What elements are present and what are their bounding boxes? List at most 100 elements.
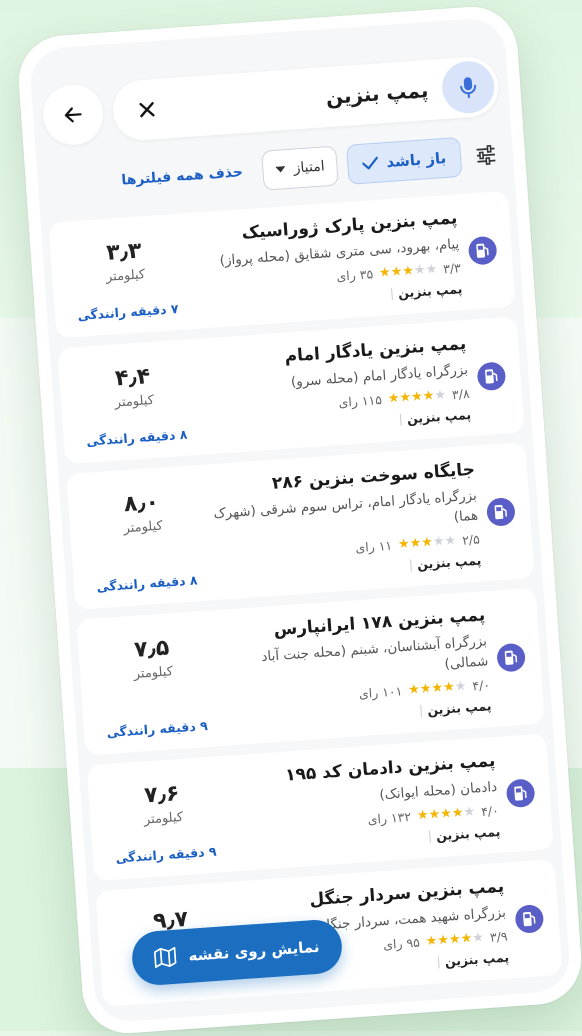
star-icon: ★ (390, 264, 403, 281)
category-label: پمپ بنزین (426, 698, 492, 718)
divider (409, 558, 412, 571)
rating-value: ۴/۰ (471, 677, 491, 694)
distance-unit: کیلومتر (133, 664, 174, 682)
result-distance-column: ۷٫۵ کیلومتر ۹ دقیقه رانندگی (87, 624, 220, 741)
distance-value: ۳٫۳ (105, 238, 143, 266)
result-icon-column (509, 874, 549, 964)
filter-settings-button[interactable] (468, 137, 504, 173)
star-icon: ★ (428, 806, 441, 823)
star-icon: ★ (407, 682, 421, 698)
result-card[interactable]: پمپ بنزین ۱۷۸ ایرانپارس بزرگراه آبشناسان… (76, 587, 545, 756)
rating-stars: ★ ★ ★ ★ ★ (425, 930, 484, 949)
result-details: جایگاه سوخت بنزین ۲۸۶ بزرگراه یادگار اما… (203, 459, 488, 586)
rating-stars: ★ ★ ★ ★ ★ (387, 388, 446, 407)
clear-search-button[interactable] (124, 86, 171, 133)
result-card[interactable]: پمپ بنزین پارک ژوراسیک پیام، بهرود، سی م… (48, 190, 516, 339)
microphone-button[interactable] (440, 59, 496, 115)
star-icon: ★ (409, 535, 422, 552)
star-icon: ★ (422, 388, 435, 405)
rating-stars: ★ ★ ★ ★ ★ (416, 805, 475, 824)
rating-filter-label: امتیاز (293, 158, 326, 177)
result-distance-column: ۸٫۰ کیلومتر ۸ دقیقه رانندگی (77, 479, 210, 596)
star-icon: ★ (425, 261, 438, 278)
star-icon: ★ (460, 931, 473, 947)
rating-value: ۳/۹ (489, 928, 509, 945)
results-list: پمپ بنزین پارک ژوراسیک پیام، بهرود، سی م… (48, 190, 563, 1017)
distance-value: ۸٫۰ (123, 489, 160, 518)
star-icon: ★ (430, 680, 444, 697)
rating-value: ۴/۰ (480, 802, 500, 820)
category-label: پمپ بنزین (444, 949, 510, 969)
result-icon-column (463, 206, 503, 296)
distance-value: ۷٫۶ (143, 781, 181, 809)
arrow-left-icon (64, 107, 82, 123)
gas-pump-icon (505, 778, 536, 809)
distance-value: ۷٫۵ (133, 635, 171, 663)
rating-stars: ★ ★ ★ ★ ★ (398, 533, 457, 552)
result-details: پمپ بنزین پارک ژوراسیک پیام، بهرود، سی م… (185, 208, 468, 315)
result-details: پمپ بنزین دادمان کد ۱۹۵ دادمان (محله ایو… (223, 751, 506, 858)
sliders-icon (476, 144, 496, 165)
search-bar[interactable]: پمپ بنزین (110, 55, 501, 142)
result-distance-column: ۷٫۶ کیلومتر ۹ دقیقه رانندگی (98, 770, 230, 867)
phone-frame: پمپ بنزین باز باشد امتیاز حذف همه فیلتره… (15, 3, 582, 1036)
result-card[interactable]: جایگاه سوخت بنزین ۲۸۶ بزرگراه یادگار اما… (66, 442, 535, 610)
star-icon: ★ (398, 389, 412, 406)
result-card[interactable]: پمپ بنزین یادگار امام بزرگراه یادگار اما… (57, 316, 525, 465)
clear-all-filters-link[interactable]: حذف همه فیلترها (121, 164, 244, 188)
drive-time-link[interactable]: ۹ دقیقه رانندگی (105, 702, 208, 740)
drive-time-link[interactable]: ۸ دقیقه رانندگی (85, 411, 188, 449)
open-now-filter-chip[interactable]: باز باشد (346, 136, 463, 185)
divider (437, 955, 440, 968)
gas-pump-icon (476, 361, 507, 392)
rating-value: ۳/۳ (442, 260, 462, 277)
review-count: ۱۰۱ رای (358, 683, 403, 702)
drive-time-link[interactable]: ۷ دقیقه رانندگی (76, 285, 179, 323)
star-icon: ★ (433, 387, 447, 404)
star-icon: ★ (401, 263, 415, 280)
gas-pump-icon (514, 904, 545, 934)
result-icon-column (471, 331, 511, 421)
result-distance-column: ۳٫۳ کیلومتر ۷ دقیقه رانندگی (60, 227, 192, 324)
category-label: پمپ بنزین (397, 281, 463, 301)
caret-down-icon (275, 166, 286, 173)
drive-time-link[interactable]: ۹ دقیقه رانندگی (114, 828, 217, 866)
distance-value: ۴٫۴ (114, 364, 152, 392)
review-count: ۳۵ رای (335, 266, 374, 284)
check-icon (362, 156, 379, 170)
star-icon: ★ (451, 805, 465, 822)
star-icon: ★ (378, 265, 392, 281)
distance-unit: کیلومتر (105, 267, 146, 285)
star-icon: ★ (410, 389, 424, 405)
close-icon (139, 102, 155, 118)
star-icon: ★ (413, 262, 427, 279)
result-card[interactable]: پمپ بنزین دادمان کد ۱۹۵ دادمان (محله ایو… (86, 733, 554, 882)
category-label: پمپ بنزین (435, 823, 501, 844)
star-icon: ★ (454, 678, 467, 695)
rating-filter-dropdown[interactable]: امتیاز (261, 145, 339, 191)
star-icon: ★ (419, 681, 433, 698)
gas-pump-icon (496, 642, 527, 673)
gas-pump-icon (467, 235, 498, 266)
distance-unit: کیلومتر (143, 809, 184, 828)
divider (419, 704, 422, 717)
divider (428, 830, 431, 843)
microphone-icon (460, 77, 477, 99)
star-icon: ★ (448, 931, 462, 948)
star-icon: ★ (432, 533, 446, 550)
star-icon: ★ (444, 533, 457, 549)
star-icon: ★ (425, 933, 438, 950)
star-icon: ★ (387, 390, 401, 407)
review-count: ۱۱ رای (354, 537, 393, 556)
back-button[interactable] (41, 82, 106, 147)
rating-stars: ★ ★ ★ ★ ★ (379, 262, 438, 281)
drive-time-link[interactable]: ۸ دقیقه رانندگی (95, 556, 198, 594)
search-input[interactable]: پمپ بنزین (168, 77, 443, 120)
rating-value: ۲/۵ (461, 531, 481, 548)
category-label: پمپ بنزین (406, 406, 472, 427)
star-icon: ★ (442, 679, 456, 696)
star-icon: ★ (420, 534, 434, 551)
review-count: ۱۳۲ رای (367, 808, 412, 827)
open-now-label: باز باشد (385, 148, 447, 172)
rating-value: ۳/۸ (451, 385, 471, 403)
